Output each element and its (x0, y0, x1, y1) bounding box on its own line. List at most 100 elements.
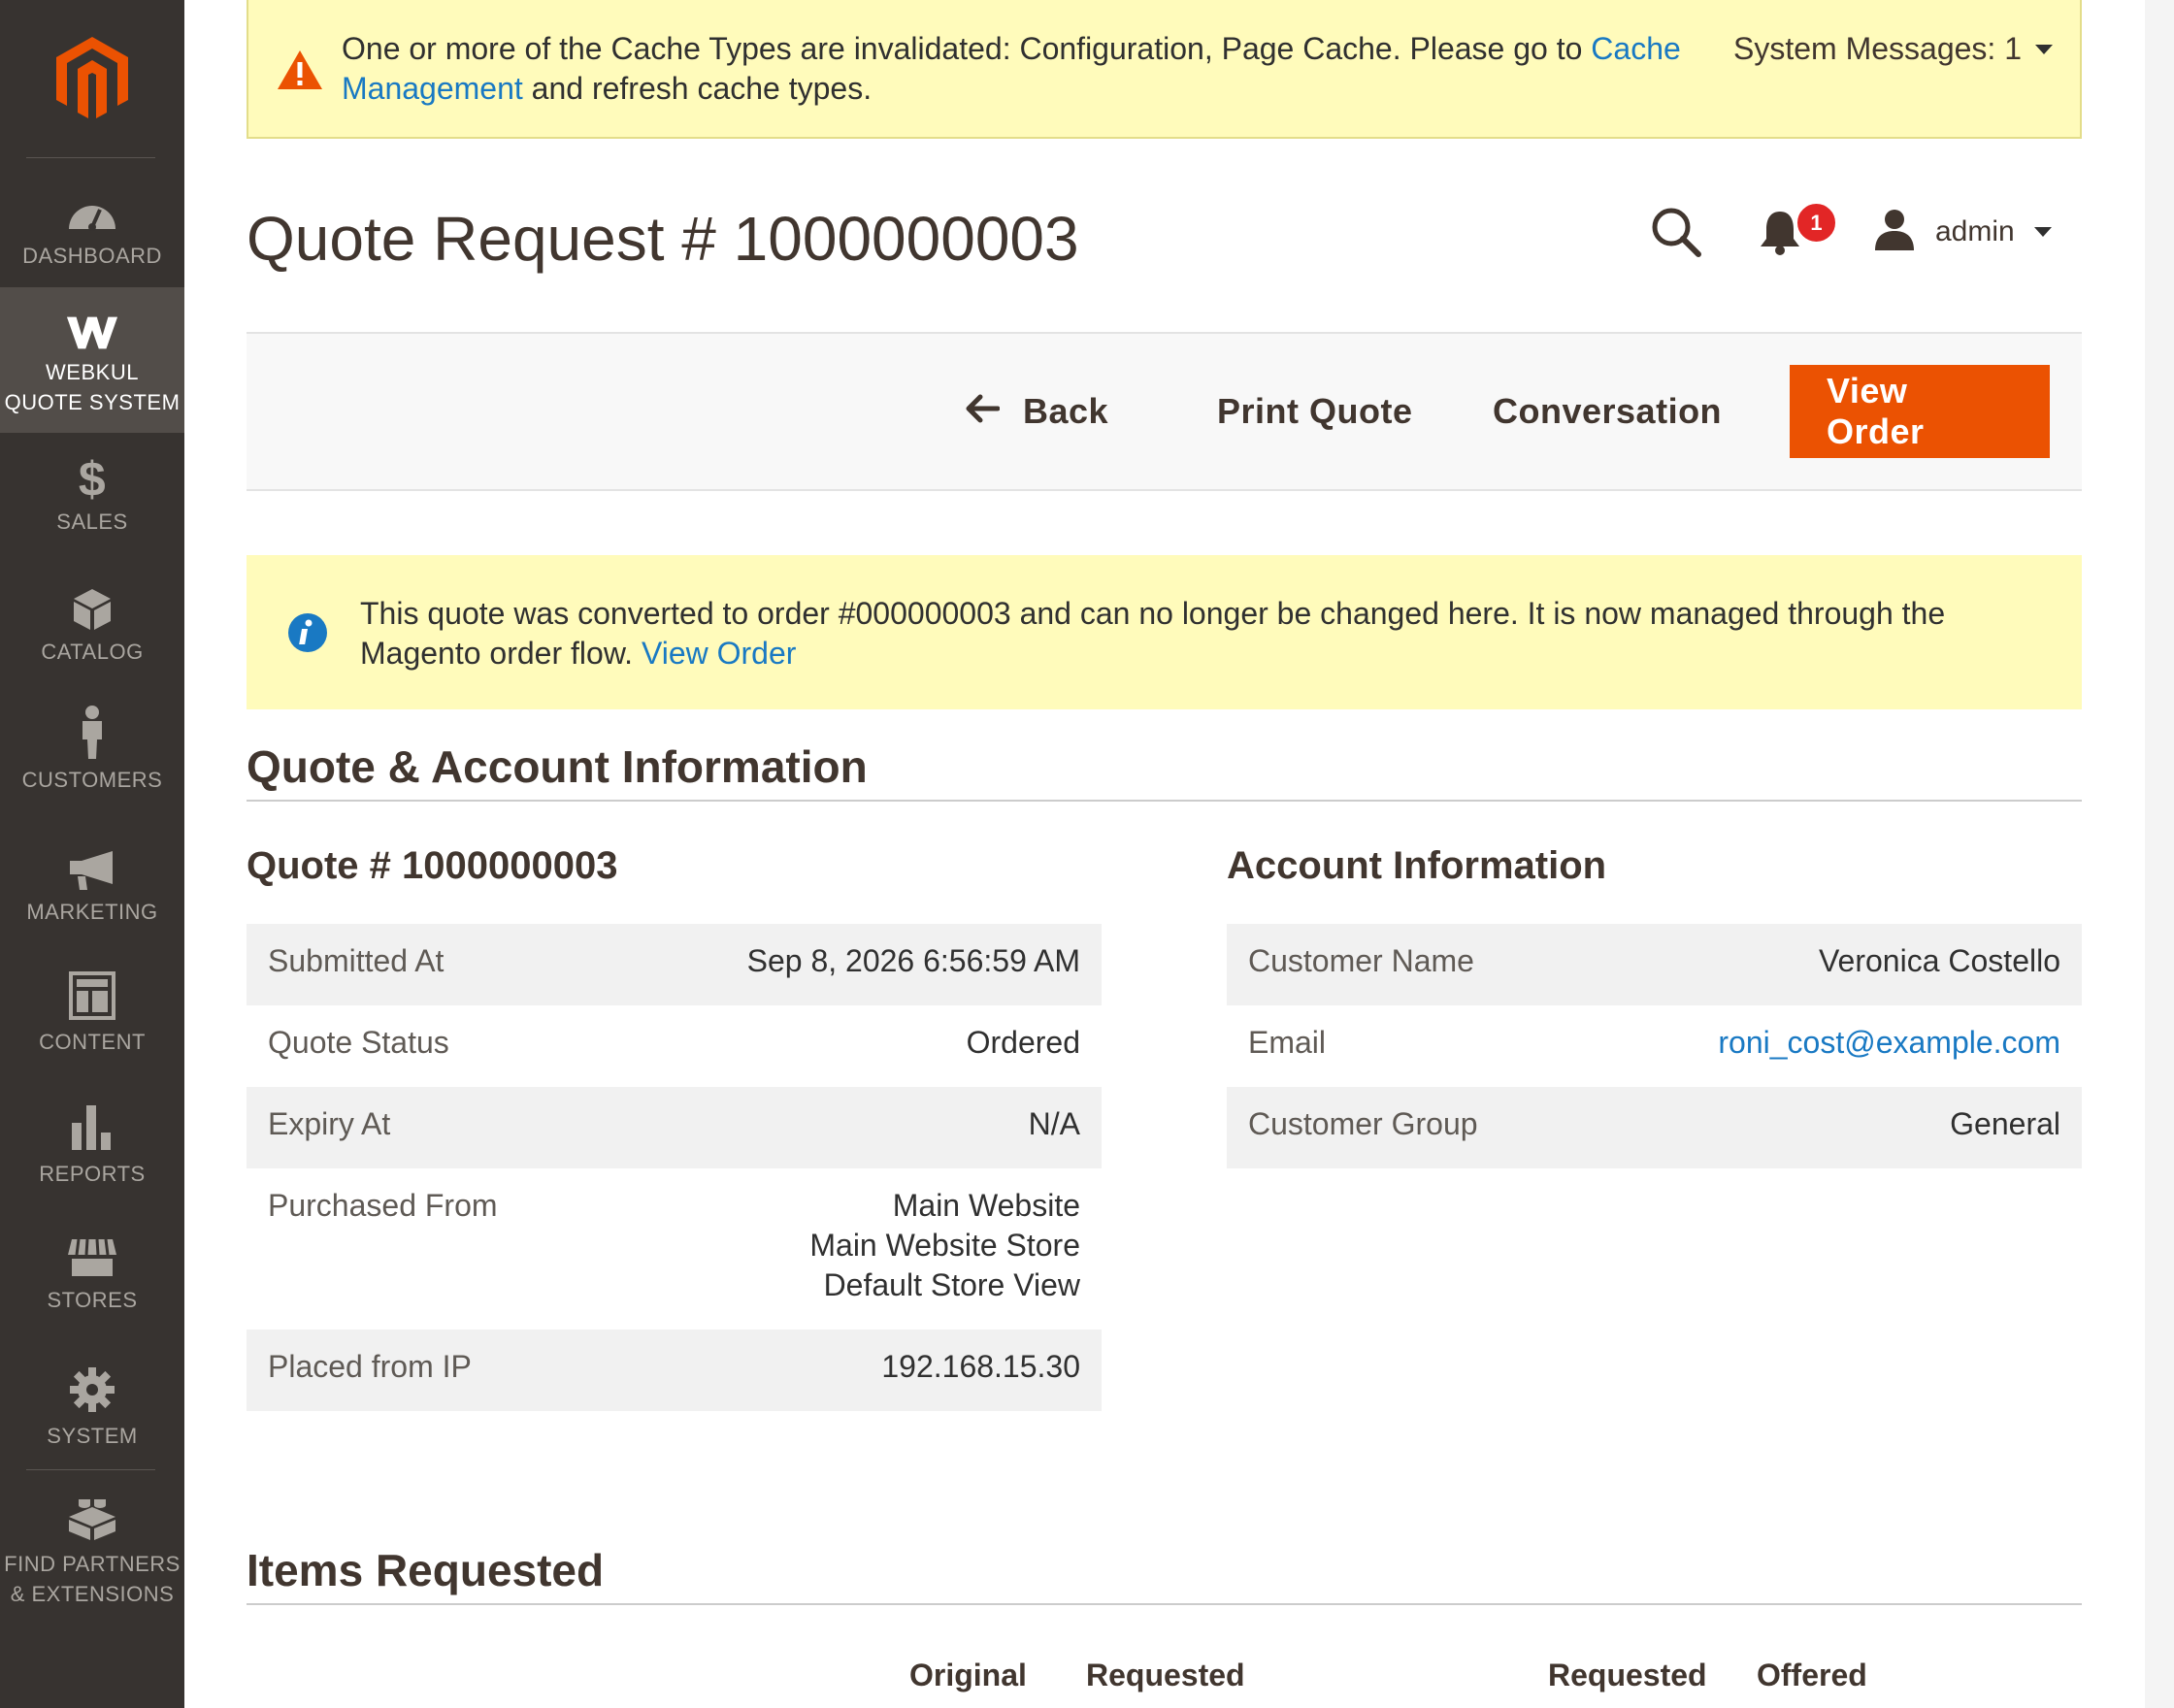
row-value: Veronica Costello (1818, 943, 2060, 978)
row-value: Main Website Main Website Store Default … (809, 1188, 1080, 1302)
sidebar-item-reports[interactable]: REPORTS (0, 1100, 184, 1189)
sidebar-item-stores[interactable]: STORES (0, 1234, 184, 1315)
conversation-button[interactable]: Conversation (1493, 365, 1722, 458)
sidebar-item-dashboard[interactable]: DASHBOARD (0, 190, 184, 271)
row-value: General (1950, 1106, 2060, 1141)
user-name: admin (1935, 215, 2015, 247)
catalog-box-icon (65, 586, 119, 633)
sidebar-item-label: FIND PARTNERS & EXTENSIONS (4, 1552, 181, 1606)
dollar-icon: $ (78, 451, 107, 507)
row-label: Submitted At (268, 943, 445, 978)
customer-email-link[interactable]: roni_cost@example.com (1718, 1023, 2060, 1063)
account-info-title: Account Information (1227, 844, 1607, 887)
info-row-email: Email roni_cost@example.com (1227, 1005, 2082, 1087)
sidebar-item-label: CATALOG (41, 640, 144, 664)
column-header-requested: Requested (1086, 1658, 1245, 1692)
page-actions-bar: Back Print Quote Conversation View Order (247, 332, 2082, 491)
sidebar-item-sales[interactable]: $ SALES (0, 451, 184, 537)
page-scroll-gutter (2145, 0, 2174, 1708)
content-layout-icon (65, 969, 119, 1023)
info-row-expiry-at: Expiry At N/A (247, 1087, 1102, 1168)
lego-brick-icon (65, 1491, 119, 1545)
main-content: One or more of the Cache Types are inval… (184, 0, 2145, 1708)
sidebar-item-label: REPORTS (39, 1162, 146, 1186)
row-value: 192.168.15.30 (881, 1349, 1080, 1384)
dashboard-icon (65, 190, 119, 237)
sidebar-item-label: SALES (56, 509, 128, 534)
info-row-customer-name: Customer Name Veronica Costello (1227, 924, 2082, 1005)
sidebar-item-label: SYSTEM (47, 1424, 138, 1448)
storefront-icon (65, 1234, 119, 1281)
arrow-left-icon (965, 391, 1001, 432)
info-row-quote-status: Quote Status Ordered (247, 1005, 1102, 1087)
search-icon[interactable] (1650, 206, 1702, 258)
sidebar-item-customers[interactable]: CUSTOMERS (0, 703, 184, 795)
page-title: Quote Request # 1000000003 (247, 204, 1079, 274)
row-label: Customer Name (1248, 943, 1474, 978)
column-header-original: Original (909, 1658, 1027, 1692)
quote-info-title: Quote # 1000000003 (247, 844, 618, 887)
sidebar-item-label: CUSTOMERS (21, 768, 163, 792)
sidebar-item-catalog[interactable]: CATALOG (0, 586, 184, 667)
view-order-button[interactable]: View Order (1790, 365, 2050, 458)
sidebar-item-marketing[interactable]: MARKETING (0, 846, 184, 927)
sidebar-item-label: CONTENT (39, 1030, 146, 1054)
system-message-text: One or more of the Cache Types are inval… (342, 29, 1720, 109)
warning-icon (276, 49, 324, 96)
back-label: Back (1023, 391, 1109, 431)
sidebar-item-webkul-quote-system[interactable]: WEBKUL QUOTE SYSTEM (0, 287, 184, 433)
notification-badge[interactable]: 1 (1795, 201, 1838, 245)
sidebar-divider (26, 157, 155, 158)
notice-text-part: This quote was converted to order #00000… (360, 596, 1946, 671)
row-label: Purchased From (268, 1188, 498, 1223)
row-value: Sep 8, 2026 6:56:59 AM (746, 943, 1080, 978)
admin-user-menu[interactable]: admin (1873, 206, 2052, 258)
items-requested-title: Items Requested (247, 1541, 2082, 1605)
column-header-offered: Offered (1757, 1658, 1867, 1692)
sidebar-item-content[interactable]: CONTENT (0, 969, 184, 1057)
row-value: N/A (1028, 1106, 1080, 1141)
back-button[interactable]: Back (965, 365, 1108, 458)
info-row-purchased-from: Purchased From Main Website Main Website… (247, 1168, 1102, 1330)
megaphone-icon (65, 846, 119, 893)
chevron-down-icon (2035, 44, 2053, 54)
info-row-customer-group: Customer Group General (1227, 1087, 2082, 1168)
sidebar-item-system[interactable]: SYSTEM (0, 1363, 184, 1451)
header-actions: 1 admin (1650, 200, 2082, 258)
view-order-link[interactable]: View Order (642, 636, 796, 671)
bar-chart-icon (65, 1100, 119, 1155)
row-label: Quote Status (268, 1025, 449, 1060)
system-message-text-part: and refresh cache types. (522, 71, 873, 106)
converted-notice-text: This quote was converted to order #00000… (360, 594, 2010, 673)
row-label: Email (1248, 1025, 1327, 1060)
info-row-placed-from-ip: Placed from IP 192.168.15.30 (247, 1330, 1102, 1411)
sidebar-item-label: DASHBOARD (22, 244, 162, 268)
row-value: Ordered (966, 1025, 1080, 1060)
system-message-banner: One or more of the Cache Types are inval… (247, 0, 2082, 139)
sidebar-item-label: MARKETING (26, 900, 158, 924)
customer-person-icon (65, 703, 119, 761)
row-label: Customer Group (1248, 1106, 1478, 1141)
system-messages-count: System Messages: 1 (1733, 31, 2022, 66)
row-label: Expiry At (268, 1106, 391, 1141)
webkul-icon (65, 312, 119, 353)
sidebar-divider (26, 1469, 155, 1470)
info-icon (287, 612, 328, 658)
system-message-text-part: One or more of the Cache Types are inval… (342, 31, 1592, 66)
account-info-table: Customer Name Veronica Costello Email ro… (1227, 924, 2082, 1168)
column-header-requested-qty: Requested (1548, 1658, 1707, 1692)
magento-logo-icon[interactable] (53, 35, 131, 122)
sidebar-item-label: STORES (47, 1288, 138, 1312)
section-title: Quote & Account Information (247, 738, 2082, 802)
quote-info-table: Submitted At Sep 8, 2026 6:56:59 AM Quot… (247, 924, 1102, 1411)
info-row-submitted-at: Submitted At Sep 8, 2026 6:56:59 AM (247, 924, 1102, 1005)
sidebar-item-find-partners[interactable]: FIND PARTNERS & EXTENSIONS (0, 1491, 184, 1609)
row-label: Placed from IP (268, 1349, 472, 1384)
user-icon (1873, 208, 1916, 257)
print-quote-button[interactable]: Print Quote (1217, 365, 1413, 458)
system-messages-toggle[interactable]: System Messages: 1 (1733, 29, 2053, 69)
gear-icon (65, 1363, 119, 1417)
converted-notice: This quote was converted to order #00000… (247, 555, 2082, 709)
sidebar-item-label: WEBKUL QUOTE SYSTEM (4, 360, 181, 414)
chevron-down-icon (2033, 227, 2052, 237)
